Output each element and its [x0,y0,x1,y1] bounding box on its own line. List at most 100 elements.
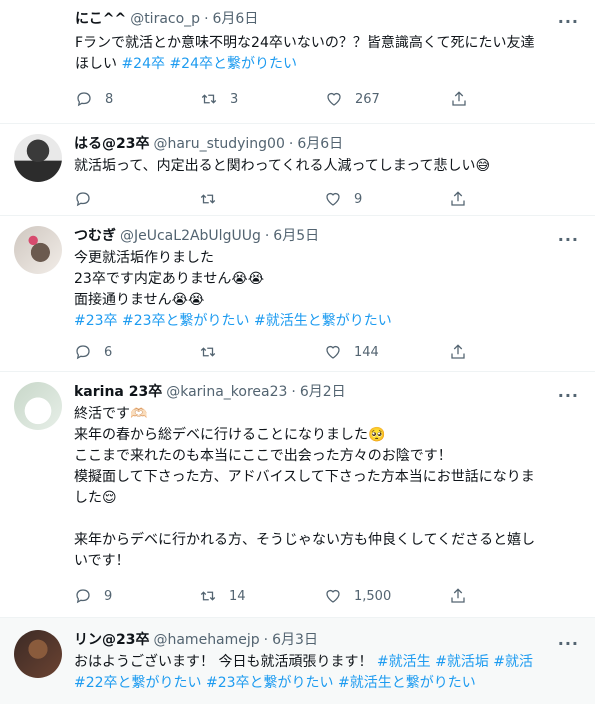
hashtag-link[interactable]: #就活垢 [435,654,489,670]
retweet-icon [201,94,217,104]
like-button[interactable]: 9 [324,190,449,208]
retweet-icon [200,591,216,601]
reply-icon [76,192,90,207]
hashtag-link[interactable]: #24卒と繋がりたい [169,56,297,72]
hashtag-link[interactable]: #23卒 [74,313,118,329]
more-icon[interactable]: ··· [558,230,579,249]
tweet-text-fragment: おはようございます！ 今日も就活頑張ります！ [74,654,377,670]
retweet-button[interactable] [199,343,324,361]
like-count: 267 [355,91,380,107]
hashtag-link[interactable]: #22卒と繋がりたい [74,675,202,691]
retweet-button[interactable] [199,190,324,208]
avatar[interactable] [14,382,62,430]
hashtag-link[interactable]: #就活生と繋がりたい [338,675,476,691]
separator-dot: · [291,384,296,400]
tweet-text-line: おはようございます！ 今日も就活頑張ります！ #就活生 #就活垢 #就活 [74,652,581,673]
tweet-content: つむぎ @JeUcaL2AbUlgUUg · 6月5日 ··· 今更就活垢作りま… [74,226,581,371]
retweet-count: 14 [229,588,246,604]
like-count: 1,500 [354,588,392,604]
display-name[interactable]: にこ^^ [75,9,126,29]
tweet-header: karina 23卒 @karina_korea23 · 6月2日 [74,382,581,402]
avatar[interactable] [14,630,62,678]
avatar[interactable] [14,134,62,182]
tweet-text: 終活です🫶🏻 来年の春から総デベに行けることになりました🥺 ここまで来れたのも本… [74,404,581,572]
share-button[interactable] [449,190,574,208]
share-button[interactable] [449,343,574,361]
tweet[interactable]: はる@23卒 @haru_studying00 · 6月6日 就活垢って、内定出… [0,124,595,216]
avatar[interactable] [14,226,62,274]
user-handle[interactable]: @haru_studying00 [153,134,284,154]
share-icon [452,91,466,106]
tweet-header: にこ^^ @tiraco_p · 6月6日 [75,9,581,29]
hashtag-link[interactable]: #就活 [493,654,533,670]
user-handle[interactable]: @karina_korea23 [166,382,287,402]
reply-count: 6 [104,344,113,360]
tweet-content: はる@23卒 @haru_studying00 · 6月6日 就活垢って、内定出… [74,134,581,215]
tweet[interactable]: つむぎ @JeUcaL2AbUlgUUg · 6月5日 ··· 今更就活垢作りま… [0,216,595,372]
tweet-date[interactable]: 6月3日 [272,630,318,650]
tweet-header: つむぎ @JeUcaL2AbUlgUUg · 6月5日 [74,226,581,246]
reply-button[interactable]: 6 [74,343,199,361]
more-icon[interactable]: ··· [558,634,579,653]
more-icon[interactable]: ··· [558,386,579,405]
separator-dot: · [264,228,270,244]
tweet-text: 今更就活垢作りました 23卒です内定ありません😭😭 面接通りません😭😭 #23卒… [74,248,581,332]
like-button[interactable]: 144 [324,343,449,361]
tweet-date[interactable]: 6月6日 [213,9,259,29]
hashtag-link[interactable]: #23卒と繋がりたい [122,313,250,329]
share-icon [451,191,465,206]
display-name[interactable]: karina 23卒 [74,382,162,402]
tweet-text-line: ここまで来れたのも本当にここで出会った方々のお陰です！ [74,448,452,464]
heart-icon [326,345,340,359]
tweet-date[interactable]: 6月5日 [273,226,319,246]
tweet-text-line: Fランで就活とか意味不明な24卒いないの？？皆意識高くて死にたい友達 [75,35,535,51]
heart-icon [327,92,341,106]
display-name[interactable]: リン@23卒 [74,630,149,650]
hashtag-link[interactable]: #就活生 [377,654,431,670]
retweet-button[interactable]: 3 [200,90,325,108]
reply-icon [76,345,90,360]
tweet-text-line: した😌 [74,490,117,506]
retweet-count: 3 [230,91,239,107]
reply-button[interactable]: 8 [75,90,200,108]
user-handle[interactable]: @tiraco_p [130,9,200,29]
hashtag-link[interactable]: #就活生と繋がりたい [254,313,392,329]
tweet-date[interactable]: 6月6日 [297,134,343,154]
tweet-content: karina 23卒 @karina_korea23 · 6月2日 ··· 終活… [74,382,581,617]
reply-button[interactable] [74,190,199,208]
tweet[interactable]: にこ^^ @tiraco_p · 6月6日 ··· Fランで就活とか意味不明な2… [0,0,595,124]
tweet-text-line: 今更就活垢作りました [74,250,214,266]
retweet-icon [200,194,216,204]
hashtag-link[interactable]: #24卒 [121,56,165,72]
more-icon[interactable]: ··· [558,12,579,31]
display-name[interactable]: つむぎ [74,226,116,246]
like-button[interactable]: 267 [325,90,450,108]
heart-icon [326,589,340,603]
tweet-text-fragment: ほしい [75,56,122,72]
share-icon [451,588,465,603]
user-handle[interactable]: @JeUcaL2AbUlgUUg [120,226,261,246]
tweet-date[interactable]: 6月2日 [300,382,346,402]
tweet[interactable]: karina 23卒 @karina_korea23 · 6月2日 ··· 終活… [0,372,595,618]
tweet-actions: 8 3 267 [75,89,581,109]
reply-button[interactable]: 9 [74,587,199,605]
hashtag-link[interactable]: #23卒と繋がりたい [206,675,334,691]
like-count: 9 [354,191,363,207]
separator-dot: · [288,136,294,152]
retweet-button[interactable]: 14 [199,587,324,605]
retweet-icon [200,347,216,357]
user-handle[interactable]: @hamehamejp [153,630,259,650]
share-button[interactable] [450,90,575,108]
reply-count: 9 [104,588,113,604]
tweet-content: リン@23卒 @hamehamejp · 6月3日 ··· おはようございます！… [74,630,581,704]
separator-dot: · [204,11,209,27]
display-name[interactable]: はる@23卒 [74,134,149,154]
tweet-header: はる@23卒 @haru_studying00 · 6月6日 [74,134,581,154]
share-icon [451,344,465,359]
tweet[interactable]: リン@23卒 @hamehamejp · 6月3日 ··· おはようございます！… [0,618,595,704]
tweet-text-line: 就活垢って、内定出ると関わってくれる人減ってしまって悲しい😅 [74,158,491,174]
share-button[interactable] [449,587,574,605]
reply-count: 8 [105,91,114,107]
tweet-actions: 9 14 1,500 [74,586,581,606]
like-button[interactable]: 1,500 [324,587,449,605]
